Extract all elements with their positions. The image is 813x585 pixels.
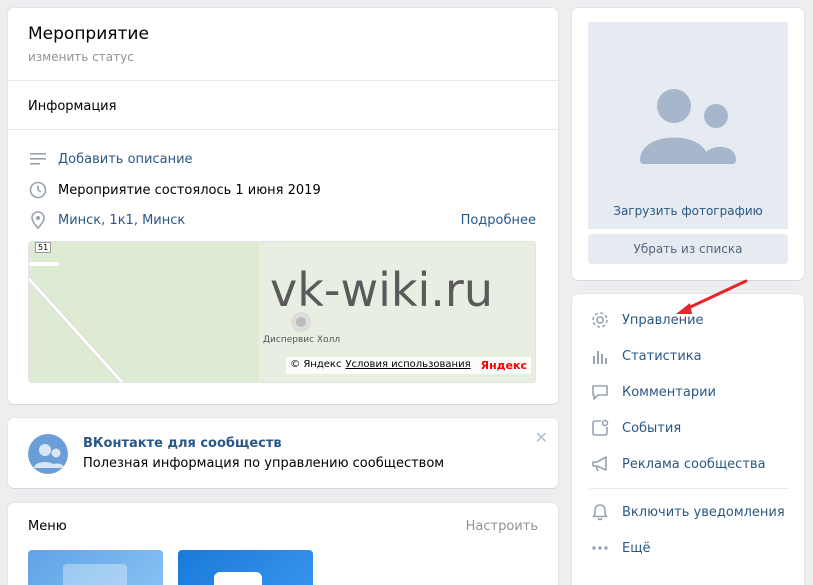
upload-photo-label[interactable]: Загрузить фотографию xyxy=(588,204,788,218)
divider xyxy=(8,129,558,130)
more-details-link[interactable]: Подробнее xyxy=(461,213,536,228)
close-icon[interactable]: ✕ xyxy=(535,428,548,447)
location-map[interactable]: 51 Диспервис Холл © Яндекс Условия испол… xyxy=(28,241,536,383)
action-label: События xyxy=(622,420,682,436)
yandex-logo[interactable]: Яндекс xyxy=(481,359,527,372)
bar-chart-icon xyxy=(590,346,610,366)
action-label: Комментарии xyxy=(622,384,716,400)
community-placeholder-icon xyxy=(640,89,736,164)
community-tip-avatar xyxy=(28,434,68,474)
gear-icon xyxy=(590,310,610,330)
menu-card: Меню Настроить xyxy=(8,503,558,585)
action-label: Реклама сообщества xyxy=(622,456,766,472)
community-tip-title[interactable]: ВКонтакте для сообществ xyxy=(83,436,282,451)
add-description-row[interactable]: Добавить описание xyxy=(28,149,193,169)
map-marker-icon[interactable] xyxy=(291,312,311,332)
menu-title: Меню xyxy=(28,519,67,534)
action-statistics[interactable]: Статистика xyxy=(590,346,702,366)
comment-icon xyxy=(590,382,610,402)
clock-icon xyxy=(28,180,48,200)
map-road-badge: 51 xyxy=(35,242,52,253)
location-pin-icon xyxy=(28,210,48,230)
upload-photo-area[interactable]: Загрузить фотографию xyxy=(588,22,788,229)
action-label: Статистика xyxy=(622,348,702,364)
text-lines-icon xyxy=(28,149,48,169)
event-photo-card: Загрузить фотографию Убрать из списка xyxy=(572,8,804,280)
change-status-link[interactable]: изменить статус xyxy=(28,50,134,64)
actions-card: Управление Статистика Комментарии Событи… xyxy=(572,294,804,585)
add-description-link[interactable]: Добавить описание xyxy=(58,152,193,167)
action-manage[interactable]: Управление xyxy=(590,310,704,330)
community-tip-card: ВКонтакте для сообществ Полезная информа… xyxy=(8,418,558,488)
action-advertising[interactable]: Реклама сообщества xyxy=(590,454,766,474)
map-copyright: © Яндекс xyxy=(290,359,342,370)
map-footer: © Яндекс Условия использования Яндекс xyxy=(286,357,531,374)
event-info-card: Мероприятие изменить статус Информация Д… xyxy=(8,8,558,404)
action-label: Управление xyxy=(622,312,704,328)
date-row: Мероприятие состоялось 1 июня 2019 xyxy=(28,180,321,200)
menu-configure-link[interactable]: Настроить xyxy=(466,519,538,534)
event-date-text: Мероприятие состоялось 1 июня 2019 xyxy=(58,182,321,198)
action-events[interactable]: События xyxy=(590,418,681,438)
menu-item-thumbnail[interactable] xyxy=(178,550,313,585)
community-tip-description: Полезная информация по управлению сообще… xyxy=(83,456,445,471)
menu-item-thumbnail[interactable] xyxy=(28,550,163,585)
location-link[interactable]: Минск, 1к1, Минск xyxy=(58,213,185,228)
bell-icon xyxy=(590,502,610,522)
divider xyxy=(8,80,558,81)
action-label: Ещё xyxy=(622,540,651,556)
action-comments[interactable]: Комментарии xyxy=(590,382,716,402)
map-road xyxy=(29,262,59,266)
page-title: Мероприятие xyxy=(28,24,149,44)
event-icon xyxy=(590,418,610,438)
location-row[interactable]: Минск, 1к1, Минск xyxy=(28,210,185,230)
megaphone-icon xyxy=(590,454,610,474)
action-label: Включить уведомления xyxy=(622,504,785,520)
remove-from-list-button[interactable]: Убрать из списка xyxy=(588,234,788,264)
more-icon xyxy=(590,538,610,558)
action-enable-notifications[interactable]: Включить уведомления xyxy=(590,502,785,522)
divider xyxy=(590,488,788,489)
action-more[interactable]: Ещё xyxy=(590,538,650,558)
map-place-label: Диспервис Холл xyxy=(263,335,341,345)
map-terms-link[interactable]: Условия использования xyxy=(345,359,470,372)
info-heading: Информация xyxy=(28,99,117,114)
